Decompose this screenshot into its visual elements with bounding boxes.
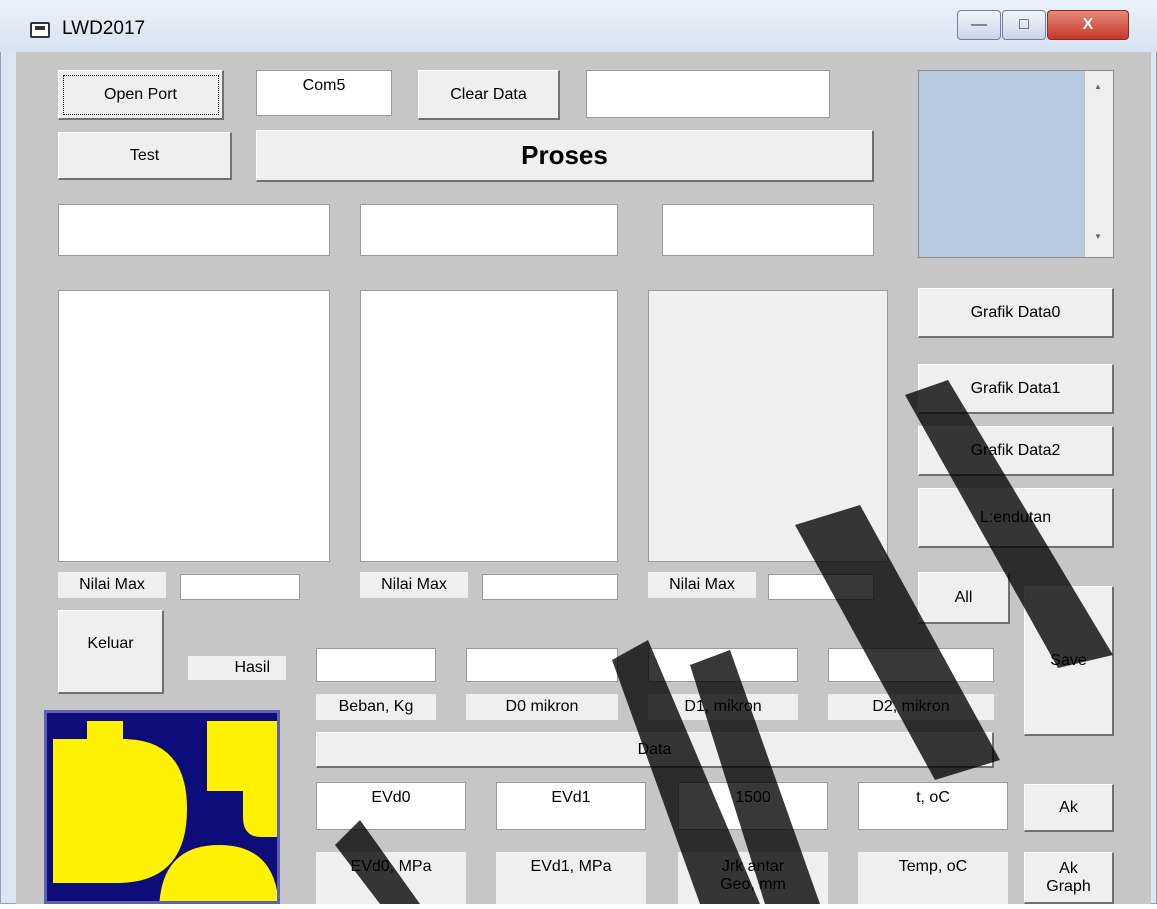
d0-field[interactable] bbox=[466, 648, 618, 682]
grafik-data1-button[interactable]: Grafik Data1 bbox=[918, 364, 1114, 414]
graph-data2-plot bbox=[648, 290, 888, 562]
channel1-field[interactable] bbox=[360, 204, 618, 256]
nilai-max-label-0: Nilai Max bbox=[58, 572, 166, 598]
d0-caption: D0 mikron bbox=[466, 694, 618, 720]
channel0-field[interactable] bbox=[58, 204, 330, 256]
lendutan-button[interactable]: L:endutan bbox=[918, 488, 1114, 548]
ak-graph-button[interactable]: Ak Graph bbox=[1024, 852, 1114, 904]
nilai-max-label-2: Nilai Max bbox=[648, 572, 756, 598]
minimize-button[interactable]: — bbox=[957, 10, 1001, 40]
app-window-icon bbox=[30, 22, 50, 38]
evd0-field[interactable]: EVd0 bbox=[316, 782, 466, 830]
graph-data0-plot bbox=[58, 290, 330, 562]
hasil-label: Hasil bbox=[188, 656, 286, 680]
keluar-button[interactable]: Keluar bbox=[58, 610, 164, 694]
all-button[interactable]: All bbox=[918, 572, 1010, 624]
jarak-geo-field[interactable]: 1500 bbox=[678, 782, 828, 830]
d2-caption: D2, mikron bbox=[828, 694, 994, 720]
ak-button[interactable]: Ak bbox=[1024, 784, 1114, 832]
com-port-field[interactable]: Com5 bbox=[256, 70, 392, 116]
scroll-down-icon[interactable]: ▼ bbox=[1088, 232, 1108, 241]
evd0-caption: EVd0, MPa bbox=[316, 852, 466, 904]
listbox-scrollbar[interactable] bbox=[1084, 71, 1113, 257]
grafik-data2-button[interactable]: Grafik Data2 bbox=[918, 426, 1114, 476]
temp-caption: Temp, oC bbox=[858, 852, 1008, 904]
beban-field[interactable] bbox=[316, 648, 436, 682]
pu-logo bbox=[44, 710, 280, 904]
jarak-geo-caption: Jrk antar Geo, mm bbox=[678, 852, 828, 904]
proses-button[interactable]: Proses bbox=[256, 130, 874, 182]
clear-data-button[interactable]: Clear Data bbox=[418, 70, 560, 120]
d2-field[interactable] bbox=[828, 648, 994, 682]
graph-data1-plot bbox=[360, 290, 618, 562]
channel2-field[interactable] bbox=[662, 204, 874, 256]
beban-caption: Beban, Kg bbox=[316, 694, 436, 720]
save-button[interactable]: Save bbox=[1024, 586, 1114, 736]
pu-logo-emblem-icon bbox=[53, 721, 277, 901]
open-port-button[interactable]: Open Port bbox=[58, 70, 224, 120]
d1-caption: D1, mikron bbox=[648, 694, 798, 720]
evd1-caption: EVd1, MPa bbox=[496, 852, 646, 904]
maximize-button[interactable]: □ bbox=[1002, 10, 1046, 40]
nilai-max-field-2[interactable] bbox=[768, 574, 874, 600]
grafik-data0-button[interactable]: Grafik Data0 bbox=[918, 288, 1114, 338]
test-button[interactable]: Test bbox=[58, 132, 232, 180]
data-button[interactable]: Data bbox=[316, 732, 994, 768]
d1-field[interactable] bbox=[648, 648, 798, 682]
scroll-up-icon[interactable]: ▲ bbox=[1088, 82, 1108, 91]
nilai-max-label-1: Nilai Max bbox=[360, 572, 468, 598]
close-button[interactable]: X bbox=[1047, 10, 1129, 40]
temp-field[interactable]: t, oC bbox=[858, 782, 1008, 830]
nilai-max-field-0[interactable] bbox=[180, 574, 300, 600]
nilai-max-field-1[interactable] bbox=[482, 574, 618, 600]
window-title: LWD2017 bbox=[62, 18, 146, 39]
status-field[interactable] bbox=[586, 70, 830, 118]
evd1-field[interactable]: EVd1 bbox=[496, 782, 646, 830]
